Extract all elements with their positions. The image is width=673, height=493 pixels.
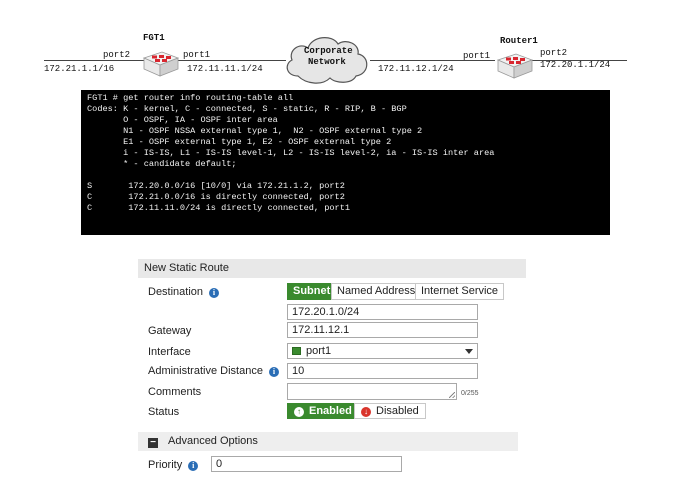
chevron-down-icon[interactable] — [465, 349, 473, 354]
dest-type-internet-service-button[interactable]: Internet Service — [415, 283, 505, 300]
admin-distance-label: Administrative Distance i — [148, 365, 279, 377]
router1-router-icon — [496, 53, 534, 79]
fgt1-left-ip: 172.21.1.1/16 — [44, 64, 115, 74]
resize-handle[interactable] — [449, 392, 455, 398]
terminal-line: C 172.21.0.0/16 is directly connected, p… — [87, 192, 345, 202]
fgt1-right-port: port1 — [183, 50, 211, 60]
gateway-input[interactable] — [287, 322, 478, 338]
status-label: Status — [148, 406, 180, 418]
terminal-line: S 172.20.0.0/16 [10/0] via 172.21.1.2, p… — [87, 181, 345, 191]
terminal-line: C 172.11.11.0/24 is directly connected, … — [87, 203, 351, 213]
admin-distance-input[interactable] — [287, 363, 478, 379]
router1-right-port: port2 — [540, 48, 568, 58]
dest-type-subnet-button[interactable]: Subnet — [287, 283, 337, 300]
terminal-line: Codes: K - kernel, C - connected, S - st… — [87, 104, 407, 114]
interface-select[interactable]: port1 — [287, 343, 478, 359]
priority-input[interactable] — [211, 456, 402, 472]
dest-type-named-address-button[interactable]: Named Address — [331, 283, 422, 300]
interface-value: port1 — [306, 345, 332, 357]
admin-distance-label-text: Administrative Distance — [148, 365, 263, 377]
info-icon[interactable]: i — [188, 461, 199, 471]
destination-input[interactable] — [287, 304, 478, 320]
link-left — [44, 60, 146, 61]
check-icon: ↑ — [294, 407, 304, 417]
info-icon[interactable]: i — [268, 367, 279, 377]
status-disabled-button[interactable]: ↓ Disabled — [354, 403, 426, 419]
comments-textarea[interactable] — [287, 383, 457, 400]
comments-label: Comments — [148, 386, 202, 398]
terminal-line: O - OSPF, IA - OSPF inter area — [87, 115, 278, 125]
router1-left-port: port1 — [463, 51, 491, 61]
x-icon: ↓ — [361, 407, 371, 417]
destination-label-text: Destination — [148, 286, 204, 298]
cloud-label-2: Network — [308, 57, 346, 67]
router1-name: Router1 — [500, 36, 538, 46]
terminal-line: * - candidate default; — [87, 159, 237, 169]
fgt1-right-ip: 172.11.11.1/24 — [187, 64, 263, 74]
fgt1-name: FGT1 — [143, 33, 165, 43]
cloud-label-1: Corporate — [304, 46, 353, 56]
destination-label: Destination i — [148, 286, 220, 298]
terminal-line: E1 - OSPF external type 1, E2 - OSPF ext… — [87, 137, 392, 147]
enabled-label: Enabled — [309, 405, 352, 417]
fgt1-router-icon — [142, 51, 180, 77]
gateway-label: Gateway — [148, 325, 192, 337]
terminal-line: i - IS-IS, L1 - IS-IS level-1, L2 - IS-I… — [87, 148, 495, 158]
info-icon[interactable]: i — [209, 288, 220, 298]
status-enabled-button[interactable]: ↑ Enabled — [287, 403, 359, 419]
comments-counter: 0/255 — [461, 390, 479, 397]
port-icon — [292, 347, 301, 355]
priority-label: Priority i — [148, 459, 199, 471]
disabled-label: Disabled — [376, 405, 419, 417]
link-fgt1-cloud — [176, 60, 286, 61]
cli-terminal: FGT1 # get router info routing-table all… — [81, 90, 610, 235]
priority-label-text: Priority — [148, 459, 183, 471]
terminal-line: N1 - OSPF NSSA external type 1, N2 - OSP… — [87, 126, 423, 136]
form-title: New Static Route — [138, 259, 526, 278]
router1-right-ip: 172.20.1.1/24 — [540, 60, 611, 70]
interface-label: Interface — [148, 346, 191, 358]
terminal-line: FGT1 # get router info routing-table all — [87, 93, 294, 103]
fgt1-left-port: port2 — [103, 50, 131, 60]
advanced-options-label: Advanced Options — [168, 435, 258, 447]
router1-left-ip: 172.11.12.1/24 — [378, 64, 454, 74]
minus-icon: − — [148, 438, 158, 448]
advanced-options-toggle[interactable]: − Advanced Options — [138, 432, 518, 451]
